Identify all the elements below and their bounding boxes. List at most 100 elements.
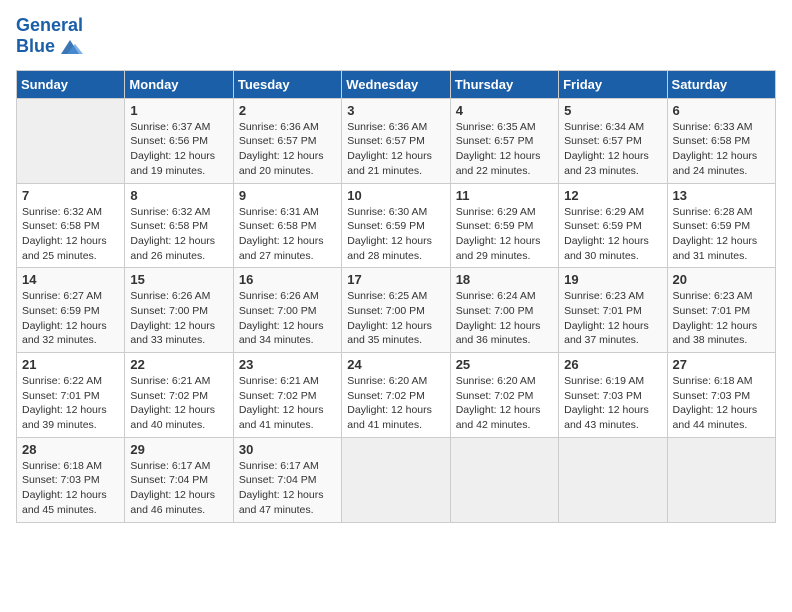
day-number: 27 [673,357,770,372]
logo-icon [57,36,83,58]
day-cell: 24 Sunrise: 6:20 AM Sunset: 7:02 PM Dayli… [342,353,450,438]
day-number: 4 [456,103,553,118]
day-info: Sunrise: 6:36 AM Sunset: 6:57 PM Dayligh… [239,120,336,179]
day-number: 1 [130,103,227,118]
day-info: Sunrise: 6:37 AM Sunset: 6:56 PM Dayligh… [130,120,227,179]
day-info: Sunrise: 6:27 AM Sunset: 6:59 PM Dayligh… [22,289,119,348]
day-number: 10 [347,188,444,203]
day-number: 21 [22,357,119,372]
day-info: Sunrise: 6:25 AM Sunset: 7:00 PM Dayligh… [347,289,444,348]
day-info: Sunrise: 6:17 AM Sunset: 7:04 PM Dayligh… [239,459,336,518]
calendar-table: SundayMondayTuesdayWednesdayThursdayFrid… [16,70,776,523]
day-cell: 23 Sunrise: 6:21 AM Sunset: 7:02 PM Dayli… [233,353,341,438]
logo-text: General [16,16,83,36]
day-cell: 30 Sunrise: 6:17 AM Sunset: 7:04 PM Dayli… [233,437,341,522]
day-cell: 8Sunrise: 6:32 AM Sunset: 6:58 PM Daylig… [125,183,233,268]
week-row-1: 1 Sunrise: 6:37 AM Sunset: 6:56 PM Daylig… [17,98,776,183]
day-cell: 10 Sunrise: 6:30 AM Sunset: 6:59 PM Dayli… [342,183,450,268]
calendar-header: SundayMondayTuesdayWednesdayThursdayFrid… [17,70,776,98]
column-header-tuesday: Tuesday [233,70,341,98]
day-cell: 19 Sunrise: 6:23 AM Sunset: 7:01 PM Dayli… [559,268,667,353]
day-number: 5 [564,103,661,118]
day-number: 17 [347,272,444,287]
day-cell: 16 Sunrise: 6:26 AM Sunset: 7:00 PM Dayli… [233,268,341,353]
week-row-3: 14Sunrise: 6:27 AM Sunset: 6:59 PM Dayli… [17,268,776,353]
day-number: 25 [456,357,553,372]
day-info: Sunrise: 6:33 AM Sunset: 6:58 PM Dayligh… [673,120,770,179]
day-cell [667,437,775,522]
day-cell: 1 Sunrise: 6:37 AM Sunset: 6:56 PM Daylig… [125,98,233,183]
day-number: 29 [130,442,227,457]
week-row-4: 21 Sunrise: 6:22 AM Sunset: 7:01 PM Dayli… [17,353,776,438]
day-info: Sunrise: 6:36 AM Sunset: 6:57 PM Dayligh… [347,120,444,179]
day-cell: 21 Sunrise: 6:22 AM Sunset: 7:01 PM Dayli… [17,353,125,438]
column-header-saturday: Saturday [667,70,775,98]
day-cell: 4Sunrise: 6:35 AM Sunset: 6:57 PM Daylig… [450,98,558,183]
page-header: General Blue [16,16,776,58]
day-number: 3 [347,103,444,118]
day-number: 18 [456,272,553,287]
day-info: Sunrise: 6:26 AM Sunset: 7:00 PM Dayligh… [239,289,336,348]
day-number: 28 [22,442,119,457]
day-cell: 11Sunrise: 6:29 AM Sunset: 6:59 PM Dayli… [450,183,558,268]
day-number: 8 [130,188,227,203]
day-info: Sunrise: 6:34 AM Sunset: 6:57 PM Dayligh… [564,120,661,179]
day-info: Sunrise: 6:21 AM Sunset: 7:02 PM Dayligh… [239,374,336,433]
day-cell: 27 Sunrise: 6:18 AM Sunset: 7:03 PM Dayli… [667,353,775,438]
day-info: Sunrise: 6:21 AM Sunset: 7:02 PM Dayligh… [130,374,227,433]
day-number: 6 [673,103,770,118]
day-cell: 20 Sunrise: 6:23 AM Sunset: 7:01 PM Dayli… [667,268,775,353]
day-cell [450,437,558,522]
day-cell: 26 Sunrise: 6:19 AM Sunset: 7:03 PM Dayli… [559,353,667,438]
day-cell: 29 Sunrise: 6:17 AM Sunset: 7:04 PM Dayli… [125,437,233,522]
day-cell: 17 Sunrise: 6:25 AM Sunset: 7:00 PM Dayli… [342,268,450,353]
day-info: Sunrise: 6:20 AM Sunset: 7:02 PM Dayligh… [456,374,553,433]
day-cell: 5 Sunrise: 6:34 AM Sunset: 6:57 PM Daylig… [559,98,667,183]
day-info: Sunrise: 6:18 AM Sunset: 7:03 PM Dayligh… [673,374,770,433]
day-number: 22 [130,357,227,372]
day-number: 12 [564,188,661,203]
day-cell: 28Sunrise: 6:18 AM Sunset: 7:03 PM Dayli… [17,437,125,522]
logo: General Blue [16,16,83,58]
day-info: Sunrise: 6:29 AM Sunset: 6:59 PM Dayligh… [564,205,661,264]
day-info: Sunrise: 6:28 AM Sunset: 6:59 PM Dayligh… [673,205,770,264]
day-cell: 18Sunrise: 6:24 AM Sunset: 7:00 PM Dayli… [450,268,558,353]
day-cell [17,98,125,183]
day-info: Sunrise: 6:22 AM Sunset: 7:01 PM Dayligh… [22,374,119,433]
column-header-friday: Friday [559,70,667,98]
day-number: 16 [239,272,336,287]
day-number: 23 [239,357,336,372]
day-number: 19 [564,272,661,287]
column-header-thursday: Thursday [450,70,558,98]
day-number: 9 [239,188,336,203]
week-row-2: 7 Sunrise: 6:32 AM Sunset: 6:58 PM Daylig… [17,183,776,268]
day-info: Sunrise: 6:23 AM Sunset: 7:01 PM Dayligh… [564,289,661,348]
day-info: Sunrise: 6:30 AM Sunset: 6:59 PM Dayligh… [347,205,444,264]
day-number: 24 [347,357,444,372]
column-header-monday: Monday [125,70,233,98]
day-cell: 15Sunrise: 6:26 AM Sunset: 7:00 PM Dayli… [125,268,233,353]
day-info: Sunrise: 6:23 AM Sunset: 7:01 PM Dayligh… [673,289,770,348]
day-cell: 25 Sunrise: 6:20 AM Sunset: 7:02 PM Dayli… [450,353,558,438]
day-number: 30 [239,442,336,457]
day-cell [559,437,667,522]
day-number: 7 [22,188,119,203]
day-cell: 22 Sunrise: 6:21 AM Sunset: 7:02 PM Dayli… [125,353,233,438]
logo-text2: Blue [16,36,83,58]
column-header-wednesday: Wednesday [342,70,450,98]
day-info: Sunrise: 6:29 AM Sunset: 6:59 PM Dayligh… [456,205,553,264]
day-info: Sunrise: 6:31 AM Sunset: 6:58 PM Dayligh… [239,205,336,264]
day-number: 26 [564,357,661,372]
day-info: Sunrise: 6:19 AM Sunset: 7:03 PM Dayligh… [564,374,661,433]
day-info: Sunrise: 6:32 AM Sunset: 6:58 PM Dayligh… [22,205,119,264]
day-cell: 2 Sunrise: 6:36 AM Sunset: 6:57 PM Daylig… [233,98,341,183]
day-cell [342,437,450,522]
day-cell: 7 Sunrise: 6:32 AM Sunset: 6:58 PM Daylig… [17,183,125,268]
day-info: Sunrise: 6:20 AM Sunset: 7:02 PM Dayligh… [347,374,444,433]
day-number: 13 [673,188,770,203]
day-cell: 14Sunrise: 6:27 AM Sunset: 6:59 PM Dayli… [17,268,125,353]
day-cell: 12 Sunrise: 6:29 AM Sunset: 6:59 PM Dayli… [559,183,667,268]
day-number: 20 [673,272,770,287]
day-info: Sunrise: 6:17 AM Sunset: 7:04 PM Dayligh… [130,459,227,518]
day-number: 2 [239,103,336,118]
